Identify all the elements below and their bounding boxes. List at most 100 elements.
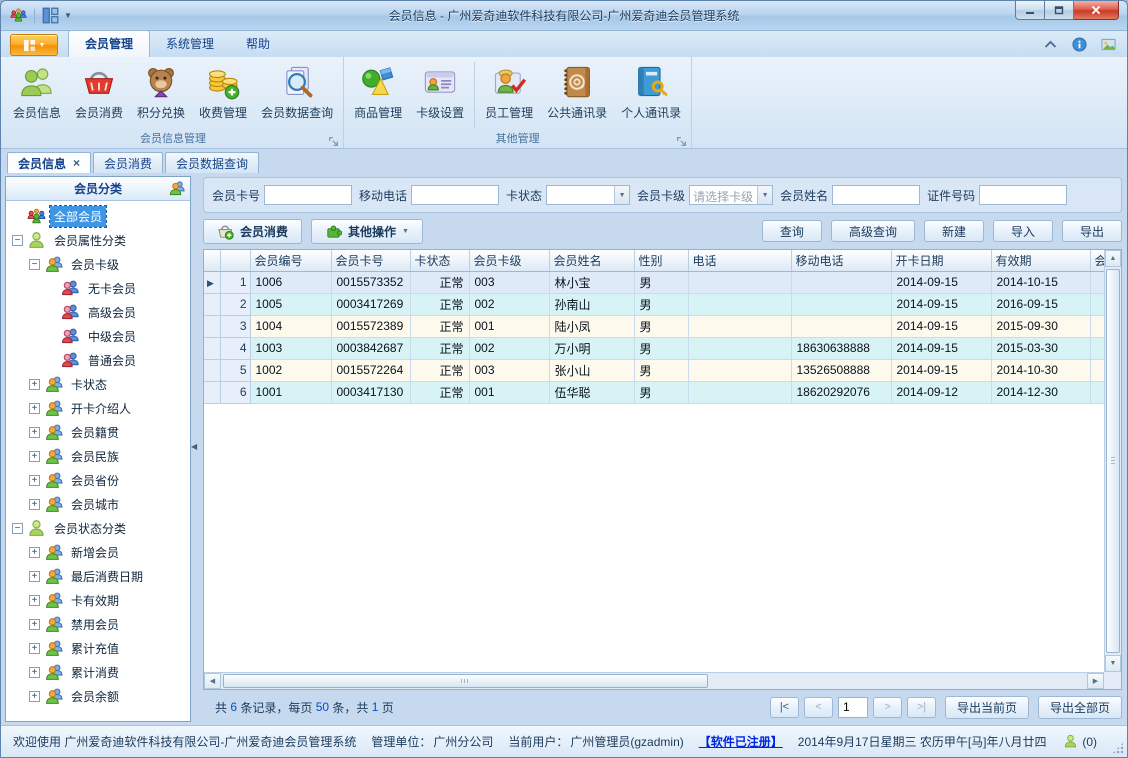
- tree-expander-icon[interactable]: +: [29, 474, 40, 486]
- tree-item[interactable]: + 会员民族: [6, 444, 190, 468]
- gallery-icon[interactable]: [1100, 36, 1117, 52]
- tree-expander-icon[interactable]: +: [29, 546, 40, 558]
- first-page-button[interactable]: |<: [769, 696, 799, 718]
- column-header[interactable]: 性别: [634, 250, 689, 272]
- ribbon-button[interactable]: 收费管理: [192, 60, 254, 130]
- action-button[interactable]: 会员消费: [203, 218, 303, 244]
- column-header[interactable]: 开卡日期: [891, 250, 992, 272]
- tree-expander-icon[interactable]: −: [29, 258, 40, 270]
- tree-item[interactable]: − 会员属性分类: [6, 228, 190, 252]
- column-header[interactable]: 移动电话: [791, 250, 892, 272]
- tree-item[interactable]: 高级会员: [6, 300, 190, 324]
- tree-item[interactable]: 中级会员: [6, 324, 190, 348]
- window-layout-icon[interactable]: [42, 7, 59, 24]
- document-tab[interactable]: 会员消费: [93, 152, 164, 173]
- column-header[interactable]: 会员卡级: [469, 250, 550, 272]
- tree-expander-icon[interactable]: −: [12, 234, 23, 246]
- column-header[interactable]: 会员: [1090, 250, 1104, 272]
- dropdown-arrow-icon[interactable]: ▼: [757, 186, 773, 204]
- ribbon-button[interactable]: 会员数据查询: [254, 60, 340, 130]
- tree-item[interactable]: + 会员余额: [6, 684, 190, 708]
- collapse-sidebar-icon[interactable]: ◀: [191, 442, 197, 451]
- tree-item[interactable]: + 卡状态: [6, 372, 190, 396]
- table-row[interactable]: 4 1003 0003842687 正常 002 万小明男 18630638888 2014-…: [204, 337, 1104, 360]
- search-select[interactable]: 请选择卡级 ▼: [689, 185, 774, 205]
- action-button[interactable]: 其他操作 ▼: [311, 218, 423, 244]
- last-page-button[interactable]: >|: [906, 696, 936, 718]
- minimize-button[interactable]: [1015, 1, 1045, 20]
- search-input[interactable]: [411, 185, 500, 205]
- ribbon-button[interactable]: 卡级设置: [409, 60, 471, 130]
- horizontal-scrollbar[interactable]: ◀ ▶: [204, 672, 1104, 689]
- tree-expander-icon[interactable]: +: [29, 378, 40, 390]
- tree-item[interactable]: + 会员城市: [6, 492, 190, 516]
- ribbon-button[interactable]: 员工管理: [478, 60, 540, 130]
- close-button[interactable]: [1074, 1, 1119, 20]
- action-button[interactable]: 导入: [992, 220, 1053, 242]
- tree-item[interactable]: + 卡有效期: [6, 588, 190, 612]
- dialog-launcher-icon[interactable]: [676, 134, 687, 147]
- tree-expander-icon[interactable]: +: [29, 402, 40, 414]
- tree-expander-icon[interactable]: +: [29, 594, 40, 606]
- table-row[interactable]: 6 1001 0003417130 正常 001 伍华聪男 18620292076 2014-…: [204, 381, 1104, 404]
- vertical-scroll-thumb[interactable]: [1106, 269, 1120, 653]
- dialog-launcher-icon[interactable]: [328, 134, 339, 147]
- tree-item[interactable]: + 新增会员: [6, 540, 190, 564]
- ribbon-tab[interactable]: 帮助: [230, 31, 286, 57]
- tree-expander-icon[interactable]: +: [29, 618, 40, 630]
- action-button[interactable]: 高级查询: [830, 220, 915, 242]
- table-row[interactable]: 5 1002 0015572264 正常 003 张小山男 13526508888 2014-…: [204, 359, 1104, 382]
- tree-expander-icon[interactable]: +: [29, 426, 40, 438]
- scroll-right-icon[interactable]: ▶: [1087, 673, 1104, 689]
- export-all-pages-button[interactable]: 导出全部页: [1037, 695, 1122, 719]
- license-status-link[interactable]: 【软件已注册】: [699, 733, 783, 750]
- tree-item[interactable]: + 累计充值: [6, 636, 190, 660]
- table-row[interactable]: 2 1005 0003417269 正常 002 孙南山男 2014-09-15 2016-0…: [204, 293, 1104, 316]
- search-input[interactable]: [264, 185, 353, 205]
- ribbon-button[interactable]: 会员信息: [6, 60, 68, 130]
- tree-expander-icon[interactable]: +: [29, 450, 40, 462]
- tree-item[interactable]: 普通会员: [6, 348, 190, 372]
- tree-item[interactable]: + 最后消费日期: [6, 564, 190, 588]
- column-header[interactable]: 卡状态: [410, 250, 470, 272]
- tree-item[interactable]: 无卡会员: [6, 276, 190, 300]
- document-tab[interactable]: 会员信息 ×: [7, 152, 92, 173]
- column-header[interactable]: 有效期: [991, 250, 1091, 272]
- tree-item[interactable]: + 会员籍贯: [6, 420, 190, 444]
- vertical-scrollbar[interactable]: ▲ ▼: [1104, 250, 1121, 672]
- table-row[interactable]: ▶ 1 1006 0015573352 正常 003 林小宝男 2014-09-15 2014-…: [204, 271, 1104, 294]
- close-tab-icon[interactable]: ×: [73, 157, 80, 169]
- tree-item[interactable]: + 会员省份: [6, 468, 190, 492]
- dropdown-arrow-icon[interactable]: ▼: [614, 186, 630, 204]
- tree-expander-icon[interactable]: +: [29, 690, 40, 702]
- column-header[interactable]: 会员姓名: [549, 250, 635, 272]
- maximize-button[interactable]: [1045, 1, 1074, 20]
- column-header[interactable]: 会员编号: [250, 250, 332, 272]
- search-select[interactable]: ▼: [546, 185, 631, 205]
- document-tab[interactable]: 会员数据查询: [165, 152, 260, 173]
- tree-item[interactable]: + 累计消费: [6, 660, 190, 684]
- ribbon-tab[interactable]: 系统管理: [150, 31, 230, 57]
- tree-item[interactable]: − 会员卡级: [6, 252, 190, 276]
- next-page-button[interactable]: >: [872, 696, 902, 718]
- tree-item[interactable]: + 开卡介绍人: [6, 396, 190, 420]
- tree-item[interactable]: + 禁用会员: [6, 612, 190, 636]
- scroll-up-icon[interactable]: ▲: [1105, 250, 1121, 267]
- column-header[interactable]: 电话: [688, 250, 792, 272]
- app-menu-button[interactable]: ▼: [10, 34, 58, 56]
- action-button[interactable]: 新建: [923, 220, 984, 242]
- app-icon[interactable]: [10, 7, 27, 24]
- column-header[interactable]: 会员卡号: [331, 250, 411, 272]
- quick-access-dropdown-icon[interactable]: ▼: [64, 11, 72, 20]
- scroll-down-icon[interactable]: ▼: [1105, 655, 1121, 672]
- collapse-ribbon-icon[interactable]: [1042, 36, 1059, 52]
- tree-expander-icon[interactable]: +: [29, 498, 40, 510]
- horizontal-scroll-thumb[interactable]: [223, 674, 708, 688]
- scroll-left-icon[interactable]: ◀: [204, 673, 221, 689]
- search-input[interactable]: [832, 185, 921, 205]
- member-category-icon[interactable]: [168, 180, 185, 197]
- ribbon-tab[interactable]: 会员管理: [68, 30, 151, 57]
- tree-expander-icon[interactable]: +: [29, 666, 40, 678]
- ribbon-button[interactable]: 积分兑换: [130, 60, 192, 130]
- tree-item[interactable]: 全部会员: [6, 204, 190, 228]
